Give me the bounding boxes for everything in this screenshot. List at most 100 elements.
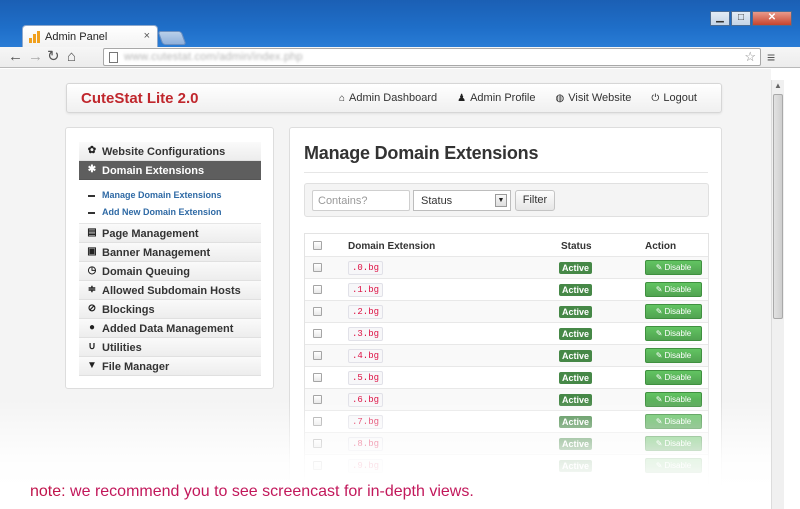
nav-label: Visit Website (568, 92, 632, 104)
status-badge: Active (559, 350, 593, 362)
row-checkbox[interactable] (313, 373, 322, 382)
filter-button[interactable]: Filter (515, 190, 555, 211)
address-bar[interactable]: www.cutestat.com/admin/index.php ☆ (103, 48, 761, 66)
sidebar-item-label: Blockings (102, 304, 155, 316)
nav-admin-dashboard[interactable]: ⌂ Admin Dashboard (339, 92, 437, 104)
nav-admin-profile[interactable]: ♟ Admin Profile (457, 92, 535, 104)
browser-menu-icon[interactable]: ≡ (767, 49, 779, 65)
column-header-action: Action (645, 241, 677, 252)
sidebar-item-label: Domain Extensions (102, 165, 205, 177)
chart-favicon-icon (29, 31, 41, 43)
table-row: .1.bg Active ✎ Disable (305, 278, 708, 300)
nav-logout[interactable]: ⏻ Logout (651, 92, 697, 104)
sidebar-item-label: Domain Queuing (102, 266, 190, 278)
status-select[interactable]: Status ▼ (413, 190, 511, 211)
sidebar-submenu: Manage Domain Extensions Add New Domain … (79, 180, 261, 224)
disable-label: Disable (664, 351, 692, 360)
minimize-button[interactable]: ▁ (710, 11, 730, 26)
edit-icon: ✎ (655, 285, 663, 294)
page-scrollbar[interactable]: ▲ (771, 80, 784, 509)
picture-icon: ▣ (87, 246, 97, 257)
page-viewport: CuteStat Lite 2.0 ⌂ Admin Dashboard ♟ Ad… (0, 69, 771, 509)
disable-button[interactable]: ✎Disable (645, 326, 702, 341)
sidebar-item-domain-extensions[interactable]: ✱ Domain Extensions (79, 161, 261, 180)
nav-label: Admin Dashboard (349, 92, 438, 104)
status-badge: Active (559, 262, 593, 274)
magnet-icon: ∪ (88, 341, 96, 352)
status-badge: Active (559, 306, 593, 318)
forward-arrow-icon[interactable]: → (28, 48, 43, 66)
file-icon: ▤ (87, 227, 97, 238)
address-url: www.cutestat.com/admin/index.php (124, 51, 303, 63)
row-checkbox[interactable] (313, 307, 322, 316)
scrollbar-thumb[interactable] (773, 94, 783, 319)
edit-icon: ✎ (655, 373, 663, 382)
edit-icon: ✎ (655, 351, 663, 360)
column-header-status: Status (561, 241, 592, 252)
disable-label: Disable (664, 263, 692, 272)
page-icon (109, 52, 118, 63)
sidebar-item-label: File Manager (102, 361, 170, 373)
nav-visit-website[interactable]: ◍ Visit Website (556, 92, 632, 104)
scroll-up-icon[interactable]: ▲ (772, 80, 784, 92)
nav-label: Admin Profile (470, 92, 536, 104)
note-text: we recommend you to see screencast for i… (65, 483, 474, 500)
row-checkbox[interactable] (313, 351, 322, 360)
maximize-button[interactable]: □ (731, 11, 751, 26)
sidebar-item-website-configurations[interactable]: ✿ Website Configurations (79, 142, 261, 161)
bookmark-star-icon[interactable]: ☆ (744, 49, 756, 65)
window-controls: ▁ □ ✕ (710, 11, 792, 26)
disable-button[interactable]: ✎Disable (645, 282, 702, 297)
back-arrow-icon[interactable]: ← (8, 48, 23, 66)
sidebar-item-added-data-management[interactable]: ● Added Data Management (79, 319, 261, 338)
disable-button[interactable]: ✎Disable (645, 370, 702, 385)
sidebar-item-file-manager[interactable]: ▼ File Manager (79, 357, 261, 376)
domain-extension-code: .5.bg (348, 371, 384, 385)
disable-button[interactable]: ✎Disable (645, 304, 702, 319)
disable-button[interactable]: ✎Disable (645, 348, 702, 363)
disable-button[interactable]: ✎Disable (645, 260, 702, 275)
row-checkbox[interactable] (313, 329, 322, 338)
browser-titlebar: Admin Panel × ▁ □ ✕ (0, 0, 800, 48)
sidebar: ✿ Website Configurations ✱ Domain Extens… (65, 127, 274, 389)
sidebar-item-label: Utilities (102, 342, 142, 354)
select-all-checkbox[interactable] (313, 241, 322, 250)
sidebar-item-label: Allowed Subdomain Hosts (102, 285, 241, 297)
row-checkbox[interactable] (313, 285, 322, 294)
disable-label: Disable (664, 285, 692, 294)
tab-close-icon[interactable]: × (144, 30, 150, 42)
domain-extension-code: .0.bg (348, 261, 384, 275)
sidebar-item-blockings[interactable]: ⊘ Blockings (79, 300, 261, 319)
row-checkbox[interactable] (313, 263, 322, 272)
brand-title[interactable]: CuteStat Lite 2.0 (81, 90, 199, 107)
sidebar-subitem-add-new-domain-extension[interactable]: Add New Domain Extension (88, 207, 222, 217)
new-tab-button[interactable] (157, 31, 187, 45)
reload-icon[interactable]: ↻ (47, 48, 60, 66)
sidebar-item-banner-management[interactable]: ▣ Banner Management (79, 243, 261, 262)
power-icon: ⏻ (651, 92, 660, 104)
user-icon: ♟ (457, 92, 467, 104)
title-divider (304, 172, 708, 173)
sidebar-item-domain-queuing[interactable]: ◷ Domain Queuing (79, 262, 261, 281)
filter-bar: Status ▼ Filter (304, 183, 709, 217)
sidebar-item-utilities[interactable]: ∪ Utilities (79, 338, 261, 357)
sidebar-item-page-management[interactable]: ▤ Page Management (79, 224, 261, 243)
sidebar-item-allowed-subdomain-hosts[interactable]: ≑ Allowed Subdomain Hosts (79, 281, 261, 300)
table-header: Domain Extension Status Action (305, 234, 708, 256)
close-window-button[interactable]: ✕ (752, 11, 792, 26)
edit-icon: ✎ (655, 329, 663, 338)
home-icon[interactable]: ⌂ (67, 48, 76, 66)
filter-icon: ▼ (87, 360, 97, 371)
disable-label: Disable (664, 307, 692, 316)
sidebar-subitem-manage-domain-extensions[interactable]: Manage Domain Extensions (88, 190, 222, 200)
table-row: .3.bg Active ✎ Disable (305, 322, 708, 344)
map-marker-icon: ● (88, 322, 96, 333)
asterisk-icon: ✱ (87, 164, 97, 175)
search-input[interactable] (312, 190, 410, 211)
domain-extension-code: .1.bg (348, 283, 384, 297)
browser-tab[interactable]: Admin Panel × (22, 25, 158, 48)
table-row: .5.bg Active ✎ Disable (305, 366, 708, 388)
ban-icon: ⊘ (87, 303, 97, 314)
sidebar-item-label: Banner Management (102, 247, 211, 259)
nav-label: Logout (663, 92, 697, 104)
